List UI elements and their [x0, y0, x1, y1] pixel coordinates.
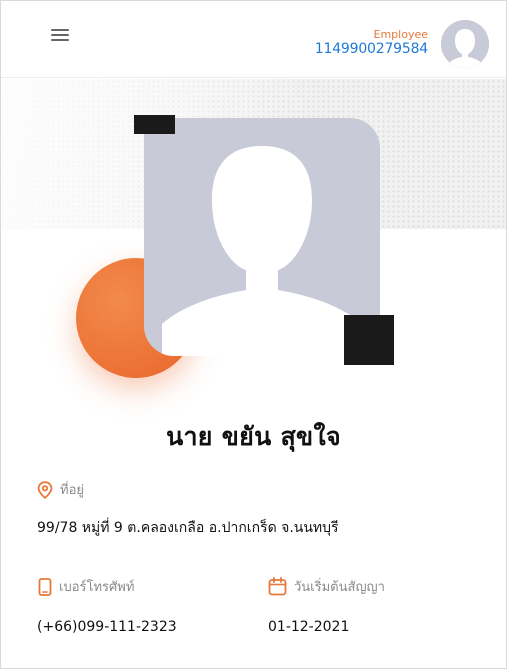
location-pin-icon — [37, 480, 53, 499]
user-avatar[interactable] — [441, 20, 489, 68]
address-value: 99/78 หมู่ที่ 9 ต.คลองเกลือ อ.ปากเกร็ด จ… — [37, 520, 339, 536]
decorative-square-bottom — [344, 315, 394, 365]
employee-name: นาย ขยัน สุขใจ — [166, 422, 341, 451]
phone-label-row: เบอร์โทรศัพท์ — [38, 576, 134, 597]
user-silhouette-icon — [441, 20, 489, 68]
calendar-icon — [268, 577, 287, 596]
phone-value: (+66)099-111-2323 — [37, 619, 177, 635]
mobile-phone-icon — [38, 577, 52, 596]
phone-label: เบอร์โทรศัพท์ — [59, 580, 135, 595]
app-header: Employee 1149900279584 — [1, 1, 506, 78]
decorative-square-top — [134, 115, 175, 134]
employee-role-label: Employee — [373, 28, 428, 41]
hamburger-menu-icon[interactable] — [51, 28, 69, 42]
contract-start-value: 01-12-2021 — [268, 619, 350, 635]
contract-start-label: วันเริ่มต้นสัญญา — [294, 580, 385, 595]
address-label-row: ที่อยู่ — [37, 479, 84, 500]
contract-label-row: วันเริ่มต้นสัญญา — [268, 576, 385, 597]
employee-id: 1149900279584 — [314, 41, 428, 57]
profile-screen: Employee 1149900279584 นาย ขยัน สุขใจ ที… — [0, 0, 507, 669]
address-label: ที่อยู่ — [60, 483, 84, 498]
